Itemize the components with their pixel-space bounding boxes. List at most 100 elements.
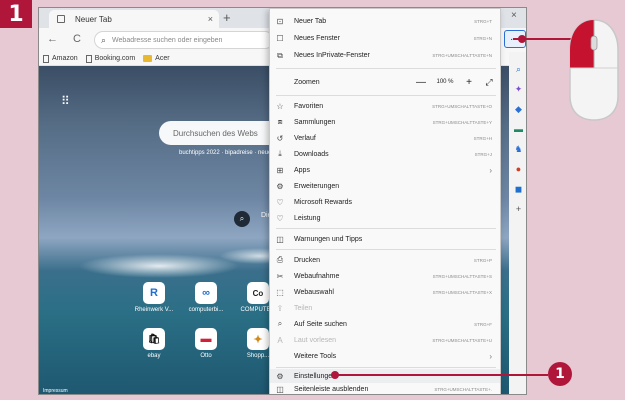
menu-item-shortcut: STRG+UMSCHALTTASTE+O — [432, 103, 492, 109]
menu-item-label: Teilen — [294, 304, 313, 312]
menu-item-more-tools[interactable]: Weitere Tools › — [270, 348, 500, 364]
menu-item-settings[interactable]: ⚙ Einstellungen — [270, 369, 500, 383]
menu-item-collections[interactable]: ⧈ Sammlungen STRG+UMSCHALTTASTE+Y — [270, 114, 500, 130]
menu-item-label: Leistung — [294, 214, 321, 222]
favorite-amazon[interactable]: Amazon — [43, 54, 78, 63]
gear-icon: ⚙ — [276, 371, 284, 381]
favorite-label: Amazon — [52, 55, 78, 62]
favorite-label: Booking.com — [94, 55, 136, 62]
menu-item-shortcut: STRG+T — [474, 19, 492, 24]
scissors-icon: ✂ — [276, 271, 284, 281]
menu-item-shortcut: STRG+P — [473, 257, 492, 263]
zoom-in-button[interactable]: + — [460, 77, 478, 88]
find-icon: ⌕ — [277, 319, 283, 328]
tile-ebay[interactable]: 🛍 ebay — [134, 328, 174, 359]
menu-item-performance[interactable]: ♡ Leistung — [270, 210, 500, 226]
menu-item-label: Webauswahl — [294, 288, 334, 296]
menu-item-alerts[interactable]: ◫ Warnungen und Tipps — [270, 231, 500, 247]
new-tab-icon: ⊡ — [276, 17, 284, 26]
add-icon[interactable]: + — [513, 204, 524, 214]
menu-item-label: Apps — [294, 166, 310, 174]
app-launcher-icon[interactable]: ⠿ — [61, 94, 70, 108]
menu-item-hide-sidebar[interactable]: ◫ Seitenleiste ausblenden STRG+UMSCHALTT… — [270, 382, 500, 394]
menu-item-rewards[interactable]: ♡ Microsoft Rewards — [270, 194, 500, 210]
menu-item-history[interactable]: ↺ Verlauf STRG+H — [270, 130, 500, 146]
callout-dot-top — [518, 35, 526, 43]
menu-item-web-select[interactable]: ⬚ Webauswahl STRG+UMSCHALTTASTE+X — [270, 284, 500, 300]
tag-icon[interactable]: ◆ — [513, 104, 524, 115]
chevron-right-icon: › — [489, 351, 492, 361]
menu-item-apps[interactable]: ⊞ Apps › — [270, 162, 500, 178]
menu-item-shortcut: STRG+UMSCHALTTASTE+X — [432, 289, 492, 295]
zoom-label: Zoomen — [294, 78, 320, 86]
menu-item-label: Drucken — [294, 256, 321, 264]
fullscreen-icon[interactable]: ⤢ — [478, 77, 500, 88]
menu-item-label: Neues Fenster — [294, 35, 340, 42]
menu-item-print[interactable]: ⎙ Drucken STRG+P — [270, 252, 500, 268]
tile-label: ebay — [147, 353, 161, 359]
bing-icon[interactable]: ⌕ — [234, 211, 250, 227]
tile-computerbild[interactable]: ∞ computerbi... — [186, 282, 226, 313]
tab-page-icon — [57, 15, 65, 23]
menu-item-web-capture[interactable]: ✂ Webaufnahme STRG+UMSCHALTTASTE+S — [270, 268, 500, 284]
menu-item-shortcut: STRG+UMSCHALTTASTE+N — [432, 53, 492, 58]
tile-otto[interactable]: ▬ Otto — [186, 328, 226, 359]
menu-item-shortcut: STRG+F — [474, 321, 492, 327]
tile-label: computerbi... — [188, 307, 224, 313]
office-icon[interactable]: ● — [513, 164, 524, 174]
browser-window: Neuer Tab × + — × ← C ⌕ Webadresse suche… — [38, 7, 527, 395]
favorite-acer[interactable]: Acer — [143, 55, 170, 62]
tab-new-tab[interactable]: Neuer Tab × — [49, 10, 219, 28]
favorite-label: Acer — [155, 55, 170, 62]
menu-item-find-on-page[interactable]: ⌕ Auf Seite suchen STRG+F — [270, 316, 500, 332]
menu-item-shortcut: STRG+UMSCHALTTASTE+Y — [432, 119, 492, 125]
chevron-right-icon: › — [489, 165, 492, 175]
outlook-icon[interactable]: ◼ — [513, 184, 524, 195]
menu-item-label: Seitenleiste ausblenden — [294, 385, 369, 393]
menu-divider — [276, 228, 496, 229]
back-icon[interactable]: ← — [47, 33, 58, 45]
menu-item-new-window[interactable]: ☐ Neues Fenster STRG+N — [270, 30, 500, 47]
sparkle-icon[interactable]: ✦ — [513, 84, 524, 95]
inprivate-icon: ⧉ — [277, 50, 283, 60]
menu-divider — [276, 249, 496, 250]
web-select-icon: ⬚ — [276, 287, 284, 297]
menu-item-label: Weitere Tools — [294, 352, 337, 360]
briefcase-icon[interactable]: ▬ — [513, 124, 524, 134]
menu-item-favorites[interactable]: ☆ Favoriten STRG+UMSCHALTTASTE+O — [270, 98, 500, 114]
new-tab-button[interactable]: + — [223, 10, 231, 25]
tile-rheinwerk[interactable]: R Rheinwerk V... — [134, 282, 174, 313]
menu-item-label: Auf Seite suchen — [294, 320, 347, 328]
star-icon: ☆ — [276, 101, 284, 111]
history-icon: ↺ — [276, 133, 284, 143]
menu-item-label: Verlauf — [294, 134, 316, 142]
menu-item-label: Warnungen und Tipps — [294, 235, 363, 243]
tile-label: Otto — [200, 353, 212, 359]
callout-number: 1 — [548, 362, 572, 386]
menu-item-shortcut: STRG+J — [474, 151, 492, 157]
reload-icon[interactable]: C — [73, 33, 81, 45]
url-placeholder: Webadresse suchen oder eingeben — [112, 36, 223, 44]
zoom-out-button[interactable]: — — [412, 77, 430, 88]
menu-item-downloads[interactable]: ⤓ Downloads STRG+J — [270, 146, 500, 162]
menu-item-new-tab[interactable]: ⊡ Neuer Tab STRG+T — [270, 13, 500, 30]
menu-item-inprivate-window[interactable]: ⧉ Neues InPrivate-Fenster STRG+UMSCHALTT… — [270, 47, 500, 64]
menu-divider — [276, 367, 496, 368]
share-icon: ⇪ — [276, 303, 284, 313]
sidebar: ⌕ ✦ ◆ ▬ ♞ ● ◼ + — [509, 52, 526, 394]
favorite-booking[interactable]: Booking.com — [85, 54, 136, 63]
impressum-link[interactable]: Impressum — [43, 388, 68, 394]
tile-icon: ∞ — [195, 282, 217, 304]
heart-pulse-icon: ♡ — [276, 213, 284, 223]
menu-item-shortcut: STRG+UMSCHALTTASTE+. — [434, 386, 492, 392]
url-input[interactable]: ⌕ Webadresse suchen oder eingeben — [94, 31, 274, 49]
window-close-icon[interactable]: × — [511, 10, 517, 21]
close-tab-icon[interactable]: × — [208, 14, 213, 24]
extensions-icon: ⚙ — [276, 181, 284, 191]
settings-and-more-menu: ⊡ Neuer Tab STRG+T ☐ Neues Fenster STRG+… — [269, 8, 501, 394]
search-icon[interactable]: ⌕ — [513, 64, 524, 75]
menu-item-extensions[interactable]: ⚙ Erweiterungen — [270, 178, 500, 194]
chess-icon[interactable]: ♞ — [513, 144, 524, 155]
menu-item-label: Favoriten — [294, 102, 324, 110]
tile-label: Rheinwerk V... — [134, 307, 174, 313]
